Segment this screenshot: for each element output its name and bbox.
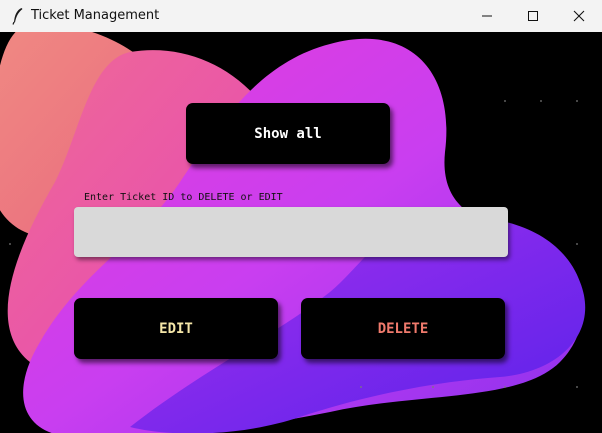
window-title: Ticket Management (31, 8, 160, 23)
edit-label: EDIT (159, 320, 193, 337)
maximize-icon (528, 11, 538, 21)
ticket-id-input[interactable] (74, 207, 508, 257)
edit-button[interactable]: EDIT (74, 298, 278, 359)
ticket-id-label: Enter Ticket ID to DELETE or EDIT (84, 192, 283, 203)
minimize-button[interactable] (464, 0, 510, 32)
delete-button[interactable]: DELETE (301, 298, 505, 359)
delete-label: DELETE (377, 320, 429, 337)
minimize-icon (482, 15, 492, 17)
show-all-label: Show all (254, 125, 322, 142)
main-canvas: Show all Enter Ticket ID to DELETE or ED… (0, 32, 602, 433)
feather-icon (12, 8, 23, 25)
show-all-button[interactable]: Show all (186, 103, 390, 164)
title-bar[interactable]: Ticket Management (0, 0, 602, 32)
close-icon (573, 10, 585, 22)
app-window: Ticket Management Show all Enter Ticket … (0, 0, 602, 433)
close-button[interactable] (556, 0, 602, 32)
maximize-button[interactable] (510, 0, 556, 32)
